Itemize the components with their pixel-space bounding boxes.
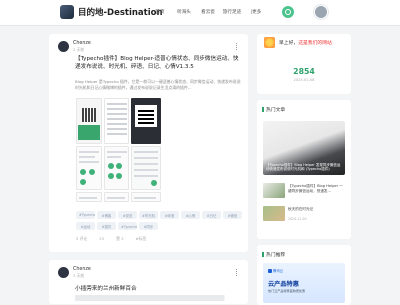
comment-count[interactable]: 5 评论 xyxy=(76,236,87,242)
hot-posts-widget: 热门文章 【Typecho插件】Blog Helper 发现同步微信运动快递发布… xyxy=(257,100,351,239)
tag[interactable]: #Typecho xyxy=(76,211,95,219)
hot-post-thumb[interactable] xyxy=(263,183,285,198)
nav-item-more[interactable]: |更多 xyxy=(244,9,268,15)
more-options-icon[interactable] xyxy=(236,269,238,276)
tag[interactable]: #运动 xyxy=(76,222,95,230)
widget-title: 热门文章 xyxy=(261,106,286,113)
post-meta: 5 评论 23 赞 3 #标签 xyxy=(76,236,146,242)
user-avatar[interactable] xyxy=(314,5,328,19)
sunrise-icon xyxy=(264,37,275,48)
post-image-screen[interactable] xyxy=(76,192,102,202)
ad-title[interactable]: 云产品特惠 xyxy=(268,279,299,288)
nav-item-home[interactable]: 首页 xyxy=(148,9,172,15)
author-name[interactable]: Chenze xyxy=(73,267,91,272)
nav-item-sea[interactable]: 听海头 xyxy=(172,9,196,15)
search-icon[interactable] xyxy=(282,6,294,18)
author-avatar[interactable] xyxy=(58,267,69,278)
post-tags: #Typecho #博客 #说说 #时光机 #碎语 #心情 #日记 #微信 #运… xyxy=(76,211,242,230)
top-header: 目的地-Destination 首页 听海头 看云瓷 旅行足迹 |更多 xyxy=(0,0,400,26)
ad-logo: 腾讯云 xyxy=(268,268,283,273)
post-image-screen[interactable] xyxy=(104,192,129,202)
post-image-screen[interactable] xyxy=(76,146,102,190)
post-image-qr[interactable] xyxy=(131,98,161,144)
post-excerpt: Blog Helper 是Typecho 插件，它是一款可以一键适普心情状态、同… xyxy=(75,79,241,90)
like-count[interactable]: 赞 3 xyxy=(116,236,123,242)
post-image-phone-qr[interactable] xyxy=(76,98,102,144)
tag[interactable]: #插件 xyxy=(97,222,116,230)
post-excerpt-placeholder xyxy=(75,295,241,301)
tag[interactable]: #日记 xyxy=(202,211,221,219)
hot-post-item[interactable]: 【Typecho插件】Blog Helper 一键同步微信运动，快递发... xyxy=(263,183,345,201)
post-image-screen[interactable] xyxy=(131,192,161,202)
main-nav: 首页 听海头 看云瓷 旅行足迹 |更多 xyxy=(148,9,268,15)
greeting-widget: 早上好，这是我们的网站 2854 2025-01-08 xyxy=(257,34,351,94)
post-title[interactable]: 小插旁来的兰州新鲜百合 xyxy=(75,284,137,292)
more-options-icon[interactable] xyxy=(236,43,238,50)
tag-link[interactable]: #标签 xyxy=(135,236,146,242)
ad-banner[interactable]: 腾讯云 云产品特惠 热门云产品特惠首购更优惠 xyxy=(263,263,345,303)
nav-item-travel[interactable]: 旅行足迹 xyxy=(220,9,244,15)
greeting-text: 早上好，这是我们的网站 xyxy=(279,41,332,46)
post-image-screen[interactable] xyxy=(104,146,129,190)
tag[interactable]: #时光机 xyxy=(139,211,158,219)
tag[interactable]: #Typecho插件 xyxy=(118,222,137,230)
tag[interactable]: #说说 xyxy=(118,211,137,219)
hot-post-featured[interactable]: 【Typecho插件】Blog Helper 发现同步微信运动快递发布说说时光机… xyxy=(263,121,345,175)
nav-item-cloud[interactable]: 看云瓷 xyxy=(196,9,220,15)
tag[interactable]: #博客 xyxy=(97,211,116,219)
hot-post-title[interactable]: 【Typecho插件】Blog Helper 一键同步微信运动，快递发... xyxy=(288,184,346,193)
widget-title: 热门推荐 xyxy=(261,251,286,258)
visit-date: 2025-01-08 xyxy=(293,78,315,82)
hot-post-featured-title[interactable]: 【Typecho插件】Blog Helper 发现同步微信运动快递发布说说时光机… xyxy=(266,163,342,172)
tag[interactable]: #同步 xyxy=(139,222,158,230)
hot-post-thumb[interactable] xyxy=(263,206,285,221)
post-card: Chenze 3 天前 小插旁来的兰州新鲜百合 xyxy=(49,260,248,304)
post-title[interactable]: 【Typecho插件】Blog Helper-适普心情状态、同步微信运动、快递发… xyxy=(75,56,241,71)
ad-subtitle: 热门云产品特惠首购更优惠 xyxy=(268,289,306,293)
hot-post-title[interactable]: 秋天的在时光记 xyxy=(288,207,346,212)
post-time: 3 天前 xyxy=(73,273,85,278)
author-avatar[interactable] xyxy=(58,41,69,52)
tag[interactable]: #碎语 xyxy=(160,211,179,219)
post-image-list[interactable] xyxy=(104,98,129,144)
tag[interactable]: #心情 xyxy=(181,211,200,219)
author-name[interactable]: Chenze xyxy=(73,41,91,46)
hot-post-item[interactable]: 秋天的在时光记 2024-11-20 xyxy=(263,206,345,224)
view-count: 23 xyxy=(99,236,105,241)
post-image-calendar[interactable] xyxy=(131,146,161,190)
greeting-highlight: 这是我们的网站 xyxy=(298,41,332,46)
site-logo[interactable] xyxy=(60,5,74,19)
recommend-widget: 热门推荐 腾讯云 云产品特惠 热门云产品特惠首购更优惠 xyxy=(257,245,351,305)
post-time: 2 天前 xyxy=(73,47,85,52)
hot-post-date: 2024-11-20 xyxy=(288,217,307,221)
tag[interactable]: #微信 xyxy=(223,211,242,219)
visit-count: 2854 xyxy=(293,67,315,76)
